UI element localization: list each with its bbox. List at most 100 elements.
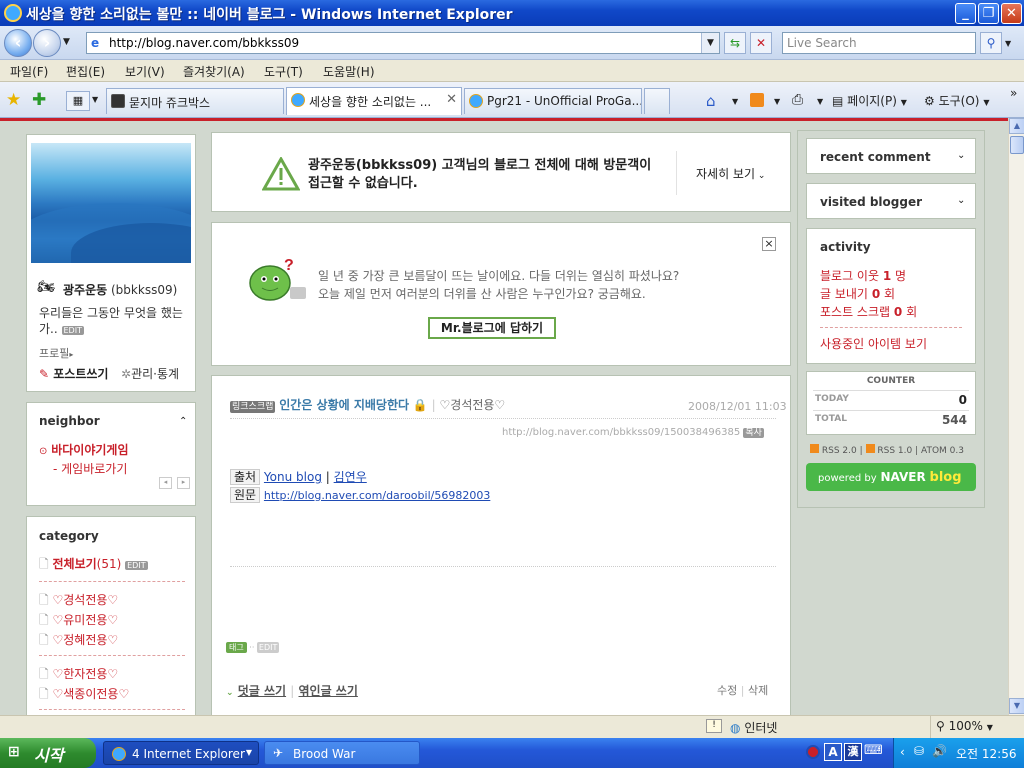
source-author-link[interactable]: 김연우	[334, 470, 367, 484]
maximize-button[interactable]: ❐	[978, 3, 999, 24]
category-item[interactable]: 🗋 ♡한자전용♡	[39, 665, 118, 686]
start-button[interactable]: ⊞ 시작	[0, 738, 96, 768]
menu-edit[interactable]: 편집(E)	[66, 63, 105, 80]
activity-title: activity	[820, 240, 871, 254]
address-dropdown-icon[interactable]: ▼	[701, 33, 719, 53]
search-input[interactable]: Live Search	[782, 32, 976, 54]
category-item[interactable]: 🗋 ♡경석전용♡	[39, 591, 118, 612]
quick-tabs-icon[interactable]: ▦	[66, 91, 90, 111]
taskbar-item-broodwar[interactable]: ✈ Brood War	[264, 741, 420, 765]
close-icon[interactable]: ×	[762, 237, 776, 251]
items-in-use-link[interactable]: 사용중인 아이템 보기	[820, 335, 927, 352]
language-flag-icon[interactable]	[806, 745, 820, 759]
refresh-button[interactable]: ⇆	[724, 32, 746, 54]
category-edit-badge[interactable]: EDIT	[125, 561, 148, 570]
copy-button[interactable]: 복사	[743, 428, 764, 438]
history-dropdown-icon[interactable]: ▼	[63, 37, 70, 47]
home-dropdown-icon[interactable]: ▼	[732, 97, 738, 106]
scroll-thumb[interactable]	[1010, 136, 1024, 154]
motorbike-icon: 🏍	[37, 279, 55, 295]
menu-help[interactable]: 도움말(H)	[323, 63, 375, 80]
tab-list-icon[interactable]: ▼	[92, 95, 98, 104]
more-tools-icon[interactable]: »	[1010, 86, 1017, 100]
original-url-link[interactable]: http://blog.naver.com/daroobil/56982003	[264, 489, 490, 502]
home-icon[interactable]: ⌂	[706, 92, 716, 110]
profile-link[interactable]: 프로필▸	[39, 345, 73, 361]
clock[interactable]: 오전 12:56	[956, 745, 1016, 762]
write-post-button[interactable]: ✎ 포스트쓰기	[39, 365, 108, 382]
recent-comment-box[interactable]: recent comment ⌄	[806, 138, 976, 174]
powered-by-naver-banner[interactable]: powered by NAVER blog	[806, 463, 976, 491]
activity-sends[interactable]: 글 보내기 0 회	[820, 285, 895, 302]
menu-favorites[interactable]: 즐겨찾기(A)	[183, 63, 245, 80]
prev-page-icon[interactable]: ◂	[159, 477, 172, 489]
ime-a-icon[interactable]: A	[824, 743, 842, 761]
visited-blogger-box[interactable]: visited blogger ⌄	[806, 183, 976, 219]
internet-zone[interactable]: ◍ 인터넷	[730, 719, 777, 736]
print-icon[interactable]: ⎙	[792, 92, 803, 108]
post-permalink[interactable]: http://blog.naver.com/bbkkss09/150038496…	[502, 427, 740, 438]
rss1-link[interactable]: RSS 1.0	[877, 446, 912, 456]
stop-button[interactable]: ✕	[750, 32, 772, 54]
zoom-control[interactable]: ⚲ 100% ▼	[936, 719, 993, 733]
menu-file[interactable]: 파일(F)	[10, 63, 48, 80]
post-category[interactable]: ♡경석전용♡	[440, 398, 506, 412]
delete-link[interactable]: 삭제	[748, 684, 768, 697]
search-options-icon[interactable]: ▼	[1005, 39, 1011, 48]
tray-arrow-icon[interactable]: ‹	[900, 745, 905, 759]
activity-neighbors[interactable]: 블로그 이웃 1 명	[820, 267, 906, 284]
neighbor-subitem[interactable]: - 게임바로가기	[53, 460, 127, 477]
popup-blocked-icon[interactable]: !	[706, 719, 722, 733]
tab-jukebox[interactable]: 묻지마 쥬크박스	[106, 88, 284, 114]
chevron-up-icon[interactable]: ⌃	[179, 416, 187, 427]
ime-settings-icon[interactable]: ⌨	[864, 743, 883, 758]
print-dropdown-icon[interactable]: ▼	[817, 97, 823, 106]
comment-link[interactable]: 덧글 쓰기	[238, 684, 286, 698]
trackback-link[interactable]: 엮인글 쓰기	[299, 684, 358, 698]
scroll-up-icon[interactable]: ▲	[1009, 118, 1024, 134]
tab-pgr21[interactable]: Pgr21 - UnOfficial ProGa...	[464, 88, 642, 114]
scroll-down-icon[interactable]: ▼	[1009, 698, 1024, 714]
tab-naver-blog[interactable]: 세상을 향한 소리없는 ... ✕	[286, 87, 462, 115]
reply-mr-blog-button[interactable]: Mr.블로그에 답하기	[428, 317, 556, 339]
favorites-star-icon[interactable]: ★	[6, 90, 21, 110]
minimize-button[interactable]: _	[955, 3, 976, 24]
details-link[interactable]: 자세히 보기 ⌄	[696, 165, 765, 182]
back-button[interactable]: ‹	[4, 29, 32, 57]
category-item[interactable]: 🗋 ♡유미전용♡	[39, 611, 118, 632]
taskbar-item-ie[interactable]: 4 Internet Explorer ▼	[103, 741, 259, 765]
add-favorite-icon[interactable]: ✚	[32, 90, 46, 110]
feed-dropdown-icon[interactable]: ▼	[774, 97, 780, 106]
profile-name-row[interactable]: 광주운동 (bbkkss09)	[63, 281, 177, 298]
close-button[interactable]: ✕	[1001, 3, 1022, 24]
network-icon[interactable]: ⛁	[914, 744, 924, 758]
category-item[interactable]: 🗋 ♡정혜전용♡	[39, 631, 118, 652]
manage-link[interactable]: ✲관리·통계	[121, 365, 179, 382]
rss-feed-icon[interactable]	[750, 93, 764, 107]
hanja-icon[interactable]: 漢	[844, 743, 862, 761]
activity-scraps[interactable]: 포스트 스크랩 0 회	[820, 303, 917, 320]
menu-view[interactable]: 보기(V)	[125, 63, 165, 80]
tab-bar: ★ ✚ ▦ ▼ 묻지마 쥬크박스 세상을 향한 소리없는 ... ✕ Pgr21…	[0, 82, 1024, 118]
volume-icon[interactable]: 🔊	[932, 744, 947, 758]
category-item[interactable]: 🗋 ♡색종이전용♡	[39, 685, 129, 706]
menu-tools[interactable]: 도구(T)	[264, 63, 303, 80]
modify-link[interactable]: 수정	[717, 684, 737, 697]
vertical-scrollbar[interactable]: ▲ ▼	[1008, 118, 1024, 715]
tag-edit-badge[interactable]: EDIT	[256, 642, 280, 653]
page-menu[interactable]: ▤ 페이지(P) ▼	[832, 92, 907, 109]
atom-link[interactable]: ATOM 0.3	[921, 446, 964, 456]
post-title[interactable]: 인간은 상황에 지배당한다	[279, 398, 409, 412]
profile-edit-badge[interactable]: EDIT	[61, 326, 84, 335]
new-tab-button[interactable]	[644, 88, 670, 114]
tools-menu[interactable]: ⚙ 도구(O) ▼	[924, 92, 989, 109]
address-bar[interactable]: e http://blog.naver.com/bbkkss09 ▼	[86, 32, 720, 54]
forward-button[interactable]: ›	[33, 29, 61, 57]
neighbor-item[interactable]: ⊙ 바다이야기게임	[39, 441, 129, 458]
next-page-icon[interactable]: ▸	[177, 477, 190, 489]
tab-close-icon[interactable]: ✕	[446, 92, 457, 107]
category-all[interactable]: 🗋 전체보기(51) EDIT	[39, 555, 148, 576]
rss2-link[interactable]: RSS 2.0	[822, 446, 857, 456]
source-blog-link[interactable]: Yonu blog	[264, 470, 322, 484]
search-icon[interactable]: ⚲	[980, 32, 1002, 54]
